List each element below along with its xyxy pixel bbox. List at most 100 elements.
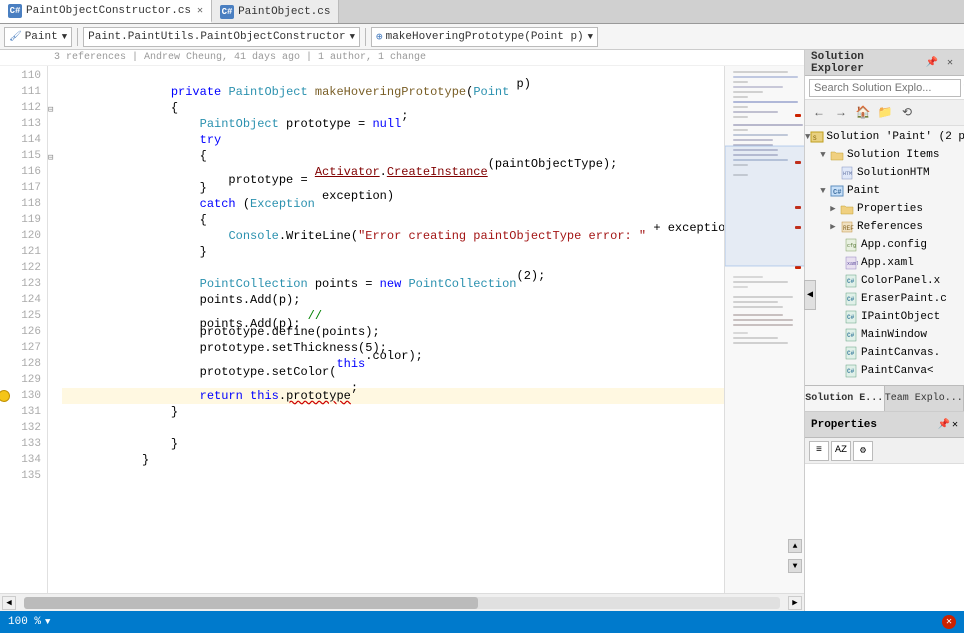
zoom-label: 100 % bbox=[8, 616, 41, 628]
line-num-128: 128 bbox=[0, 356, 41, 372]
sol-home-btn[interactable]: 🏠 bbox=[853, 103, 873, 123]
eraserpaint-label: EraserPaint.c bbox=[861, 290, 947, 308]
toolbar-sep-1 bbox=[77, 28, 78, 46]
editor-toolbar: 🖌 Paint ▼ Paint.PaintUtils.PaintObjectCo… bbox=[0, 24, 964, 50]
cs-icon-2: C# bbox=[220, 5, 234, 19]
sol-refresh-btn[interactable]: ⟲ bbox=[897, 103, 917, 123]
properties-content bbox=[805, 464, 964, 611]
gutter-110 bbox=[48, 86, 62, 102]
expand-paint[interactable]: ▼ bbox=[817, 182, 829, 200]
gutter-114[interactable]: ⊟ bbox=[48, 150, 62, 166]
horizontal-scrollbar[interactable] bbox=[24, 597, 780, 609]
tree-item-mainwindow[interactable]: C# MainWindow bbox=[805, 326, 964, 344]
tree-item-solution[interactable]: ▼ S Solution 'Paint' (2 p bbox=[805, 128, 964, 146]
scope-dropdown[interactable]: 🖌 Paint ▼ bbox=[4, 27, 72, 47]
expand-properties[interactable]: ▶ bbox=[827, 200, 839, 218]
line-num-135: 135 bbox=[0, 468, 41, 484]
tree-item-paint[interactable]: ▼ C# Paint bbox=[805, 182, 964, 200]
collapse-114-icon[interactable]: ⊟ bbox=[48, 153, 53, 163]
panel-tabs: Solution E... Team Explo... bbox=[805, 385, 964, 411]
scroll-left-btn[interactable]: ◀ bbox=[2, 596, 16, 610]
line-num-125: 125 bbox=[0, 308, 41, 324]
scope-icon: 🖌 bbox=[9, 31, 22, 43]
nav-chevron: ▼ bbox=[350, 32, 355, 42]
svg-text:REF: REF bbox=[843, 225, 854, 232]
scroll-right-btn[interactable]: ▶ bbox=[788, 596, 802, 610]
properties-close-icon[interactable]: ✕ bbox=[952, 419, 958, 431]
sol-forward-btn[interactable]: → bbox=[831, 103, 851, 123]
solution-tree: ▼ S Solution 'Paint' (2 p ▼ Solution Ite… bbox=[805, 126, 964, 385]
line-numbers: 110 111 112 113 114 115 116 117 118 119 … bbox=[0, 66, 48, 593]
paint-label: Paint bbox=[847, 182, 880, 200]
tree-item-paintcanvas1[interactable]: C# PaintCanvas. bbox=[805, 344, 964, 362]
sol-folder-btn[interactable]: 📁 bbox=[875, 103, 895, 123]
svg-text:HTM: HTM bbox=[843, 171, 852, 177]
minimap-inner bbox=[725, 66, 804, 593]
solution-search-input[interactable] bbox=[809, 79, 961, 97]
properties-toolbar: ≡ AZ ⚙ bbox=[805, 438, 964, 464]
warning-marker bbox=[0, 390, 10, 402]
tree-item-appxaml[interactable]: xaml App.xaml bbox=[805, 254, 964, 272]
method-dropdown[interactable]: ⊕ makeHoveringPrototype(Point p) ▼ bbox=[371, 27, 598, 47]
prop-settings-btn[interactable]: ⚙ bbox=[853, 441, 873, 461]
properties-panel: Properties 📌 ✕ ≡ AZ ⚙ bbox=[805, 411, 964, 611]
tab-paintobjectconstructor[interactable]: C# PaintObjectConstructor.cs ✕ bbox=[0, 0, 212, 23]
tree-item-colorpanel[interactable]: C# ColorPanel.x bbox=[805, 272, 964, 290]
solution-search-bar: 🔍 bbox=[805, 76, 964, 100]
solution-explorer-tab[interactable]: Solution E... bbox=[805, 386, 885, 411]
nav-dropdown[interactable]: Paint.PaintUtils.PaintObjectConstructor … bbox=[83, 27, 360, 47]
line-num-110: 110 bbox=[0, 68, 41, 84]
paintcanvas2-label: PaintCanva< bbox=[861, 362, 934, 380]
pin-icon[interactable]: 📌 bbox=[924, 55, 940, 71]
appconfig-icon: cfg bbox=[843, 238, 859, 252]
panel-collapse-btn[interactable]: ◀ bbox=[804, 280, 816, 310]
svg-text:C#: C# bbox=[847, 332, 855, 339]
tree-item-references[interactable]: ▶ REF References bbox=[805, 218, 964, 236]
line-num-134: 134 bbox=[0, 452, 41, 468]
sol-back-btn[interactable]: ← bbox=[809, 103, 829, 123]
code-metadata: 3 references | Andrew Cheung, 41 days ag… bbox=[0, 50, 804, 66]
tree-item-solution-items[interactable]: ▼ Solution Items bbox=[805, 146, 964, 164]
appxaml-icon: xaml bbox=[843, 256, 859, 270]
properties-header: Properties 📌 ✕ bbox=[805, 412, 964, 438]
properties-pin-icon[interactable]: 📌 bbox=[938, 419, 950, 431]
collapse-111-icon[interactable]: ⊟ bbox=[48, 105, 53, 115]
right-panel: Solution Explorer 📌 ✕ 🔍 ← → 🏠 📁 ⟲ ▼ bbox=[804, 50, 964, 611]
ipaintobject-icon: C# bbox=[843, 310, 859, 324]
tree-item-solutionhtml[interactable]: HTM SolutionHTM bbox=[805, 164, 964, 182]
line-num-126: 126 bbox=[0, 324, 41, 340]
line-num-113: 113 bbox=[0, 116, 41, 132]
line-num-112: 112 bbox=[0, 100, 41, 116]
tree-item-properties[interactable]: ▶ Properties bbox=[805, 200, 964, 218]
close-tab-1[interactable]: ✕ bbox=[197, 5, 203, 17]
prop-alpha-btn[interactable]: AZ bbox=[831, 441, 851, 461]
tab-paintobject[interactable]: C# PaintObject.cs bbox=[212, 0, 339, 23]
scope-label: Paint bbox=[25, 31, 58, 43]
svg-text:C#: C# bbox=[847, 350, 855, 357]
svg-text:C#: C# bbox=[847, 314, 855, 321]
scroll-down-btn[interactable]: ▼ bbox=[788, 559, 802, 573]
method-chevron: ▼ bbox=[588, 32, 593, 42]
gutter-111[interactable]: ⊟ bbox=[48, 102, 62, 118]
solution-label: Solution 'Paint' (2 p bbox=[826, 128, 964, 146]
expand-solution-items[interactable]: ▼ bbox=[817, 146, 829, 164]
svg-text:C#: C# bbox=[833, 189, 841, 197]
team-explorer-tab[interactable]: Team Explo... bbox=[885, 386, 964, 411]
solution-items-folder-icon bbox=[829, 148, 845, 162]
scroll-up-btn[interactable]: ▲ bbox=[788, 539, 802, 553]
solutionhtml-label: SolutionHTM bbox=[857, 164, 930, 182]
prop-categorized-btn[interactable]: ≡ bbox=[809, 441, 829, 461]
collapse-gutter: ⊟ ⊟ bbox=[48, 66, 62, 593]
line-num-118: 118 bbox=[0, 196, 41, 212]
gutter-113 bbox=[48, 134, 62, 150]
code-editor[interactable]: private PaintObject makeHoveringPrototyp… bbox=[62, 66, 724, 593]
tree-item-appconfig[interactable]: cfg App.config bbox=[805, 236, 964, 254]
expand-references[interactable]: ▶ bbox=[827, 218, 839, 236]
minimap-scroll-controls: ▲ bbox=[788, 539, 802, 553]
tree-item-ipaintobject[interactable]: C# IPaintObject bbox=[805, 308, 964, 326]
panel-close-icon[interactable]: ✕ bbox=[942, 55, 958, 71]
properties-folder-icon bbox=[839, 202, 855, 216]
error-status: ✕ bbox=[942, 615, 956, 629]
tree-item-paintcanvas2[interactable]: C# PaintCanva< bbox=[805, 362, 964, 380]
tree-item-eraserpaint[interactable]: C# EraserPaint.c bbox=[805, 290, 964, 308]
